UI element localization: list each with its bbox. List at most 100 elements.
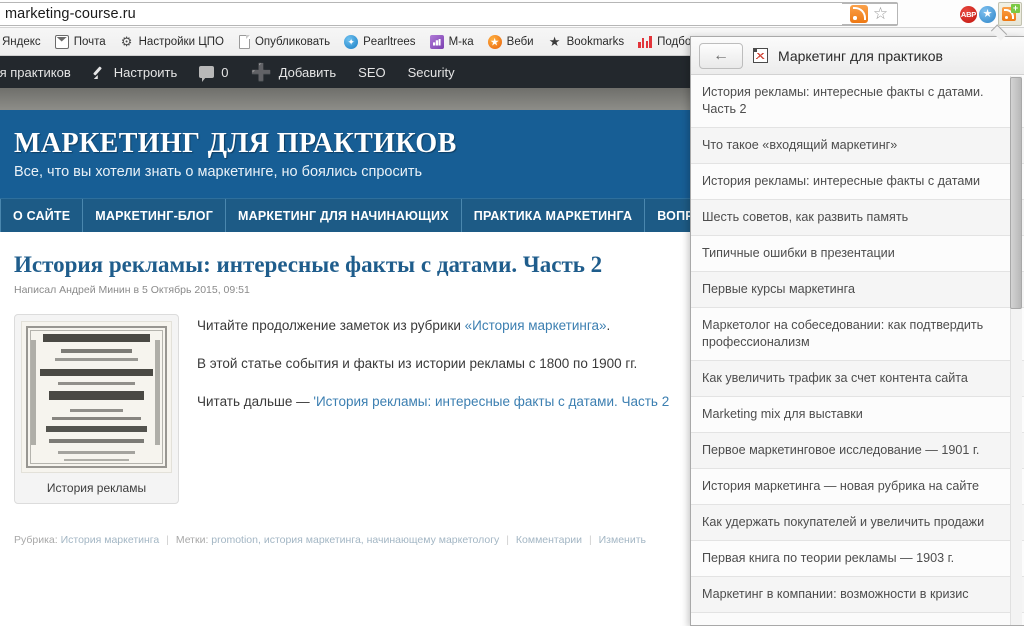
feed-list-item[interactable]: Типичные ошибки в презентации [691,236,1024,272]
admin-bar-security[interactable]: Security [397,56,466,88]
bookmark-label: Опубликовать [254,35,331,48]
feed-list-item[interactable]: История рекламы: интересные факты с дата… [691,164,1024,200]
post-thumbnail-box[interactable]: История рекламы [14,314,179,504]
feed-list-item[interactable]: Как удержать покупателей и увеличить про… [691,505,1024,541]
main-content: История рекламы: интересные факты с дата… [0,232,690,626]
bookmark-settings-cpo[interactable]: ⚙ Настройки ЦПО [114,31,232,53]
security-label: Security [407,64,455,80]
feed-list-item[interactable]: Маркетолог на собеседовании: как подтвер… [691,308,1024,361]
popup-scrollbar-thumb[interactable] [1010,77,1022,309]
bookmark-mka[interactable]: М-ка [424,31,482,53]
nav-item-marketing-blog[interactable]: МАРКЕТИНГ-БЛОГ [83,199,226,232]
vintage-railway-poster-image [21,321,172,473]
separator: | [166,534,169,546]
category-label: Рубрика: [14,534,58,546]
p1-before: Читайте продолжение заметок из рубрики [197,318,465,333]
bookmark-bookmarks[interactable]: ★ Bookmarks [542,31,633,53]
site-title: МАРКЕТИНГ ДЛЯ ПРАКТИКОВ [14,128,457,159]
history-of-marketing-link[interactable]: «История маркетинга» [465,318,607,333]
comments-count: 0 [221,64,229,80]
bookmark-label: Яндекс [2,35,41,48]
feed-list-item[interactable]: История маркетинга — новая рубрика на са… [691,469,1024,505]
tags-label: Метки: [175,534,209,546]
separator: | [588,534,592,546]
post-text: Читайте продолжение заметок из рубрики «… [197,314,676,504]
site-navigation: О САЙТЕ МАРКЕТИНГ-БЛОГ МАРКЕТИНГ ДЛЯ НАЧ… [0,198,726,232]
tags-links[interactable]: promotion, история маркетинга, начинающе… [211,534,499,546]
seo-label: SEO [358,64,386,80]
gear-icon: ⚙ [120,33,133,49]
star-icon: ★ [548,33,561,49]
feed-list-item[interactable]: Маркетинг в компании: возможности в криз… [691,577,1024,613]
edit-link[interactable]: Изменить [599,534,646,546]
post-body: История рекламы Читайте продолжение заме… [14,314,676,504]
bookmark-label: Почта [73,35,106,48]
bookmark-label: Bookmarks [566,35,625,48]
back-button[interactable]: ← [699,42,743,69]
feed-list-item[interactable]: Первое маркетинговое исследование — 1901… [691,433,1024,469]
rss-feed-icon[interactable] [849,5,868,23]
bookmark-publish[interactable]: Опубликовать [232,31,338,53]
rss-subscribe-extension-icon[interactable]: + [998,2,1022,26]
feed-item-list[interactable]: История рекламы: интересные факты с дата… [691,75,1024,625]
feed-list-item[interactable]: Как увеличить трафик за счет контента са… [691,361,1024,397]
nav-item-for-beginners[interactable]: МАРКЕТИНГ ДЛЯ НАЧИНАЮЩИХ [226,199,462,232]
adblock-plus-icon[interactable]: ABP [960,5,977,23]
feed-list-item[interactable]: История рекламы: интересные факты с дата… [691,75,1024,128]
customize-label: Настроить [113,64,178,80]
page-icon [238,34,250,49]
browser-window: marketing-course.ru ☆ ABP ★ + Яндекс Поч… [0,0,1024,626]
feed-list-item[interactable]: Первые курсы маркетинга [691,272,1024,308]
admin-bar-site-name[interactable]: ля практиков [0,56,82,88]
admin-bar-seo[interactable]: SEO [347,56,396,88]
brush-icon [93,65,107,79]
pearltrees-icon: ✦ [344,34,359,49]
admin-bar-customize[interactable]: Настроить [82,56,189,88]
feed-list-item[interactable]: Первая книга по теории рекламы — 1903 г. [691,541,1024,577]
popup-header: ← Маркетинг для практиков [691,37,1024,75]
rss-subscribe-popup: ← Маркетинг для практиков История реклам… [690,36,1024,626]
address-bar[interactable]: marketing-course.ru [0,2,898,26]
nav-item-practice[interactable]: ПРАКТИКА МАРКЕТИНГА [462,199,646,232]
site-name-label: ля практиков [0,64,71,80]
comments-link[interactable]: Комментарии [516,534,582,546]
bookmark-mail[interactable]: Почта [49,31,114,53]
admin-bar-add-new[interactable]: ➕ Добавить [240,56,348,88]
bookmark-label: Веби [506,35,534,48]
browser-toolbar: marketing-course.ru ☆ ABP ★ + [0,0,1024,28]
post-title[interactable]: История рекламы: интересные факты с дата… [14,252,676,278]
url-text: marketing-course.ru [5,6,136,22]
feed-list-item[interactable]: Что такое «входящий маркетинг» [691,128,1024,164]
post-thumbnail-caption: История рекламы [46,481,147,495]
popup-feed-title: Маркетинг для практиков [778,47,943,64]
bookmark-label: М-ка [448,35,474,48]
blue-star-extension-icon[interactable]: ★ [979,5,996,23]
bookmark-pearltrees[interactable]: ✦ Pearltrees [338,31,423,53]
site-tagline: Все, что вы хотели знать о маркетинге, н… [14,164,423,180]
plus-badge-icon: + [1011,3,1020,13]
post-byline: Написал Андрей Минин в 5 Октябрь 2015, 0… [14,284,250,296]
category-link[interactable]: История маркетинга [61,534,160,546]
read-more-link[interactable]: 'История рекламы: интересные факты с дат… [313,394,669,409]
extension-icons: ABP ★ + [960,1,1022,27]
page-top-strip [0,88,690,110]
bookmark-yandex[interactable]: Яндекс [0,31,49,53]
feed-icon [753,48,768,63]
feed-list-item[interactable]: Marketing mix для выставки [691,397,1024,433]
p3-before: Читать дальше — [197,394,314,409]
admin-bar-comments[interactable]: 0 [188,56,239,88]
bookmark-label: Настройки ЦПО [138,35,224,48]
post-paragraph-1: Читайте продолжение заметок из рубрики «… [197,316,676,335]
webvisor-icon: ★ [487,34,502,49]
add-new-label: Добавить [278,64,337,80]
bookmark-star-icon[interactable]: ☆ [872,5,890,23]
post-paragraph-3: Читать дальше — 'История рекламы: интере… [197,392,676,411]
bookmark-webvisor[interactable]: ★ Веби [482,31,542,53]
comment-bubble-icon [199,66,215,82]
bookmark-label: Pearltrees [363,35,416,48]
bars-icon [638,35,652,49]
nav-item-about[interactable]: О САЙТЕ [0,199,84,232]
feed-list-item[interactable]: Шесть советов, как развить память [691,200,1024,236]
separator: | [506,534,509,546]
poster-artwork [22,322,171,472]
